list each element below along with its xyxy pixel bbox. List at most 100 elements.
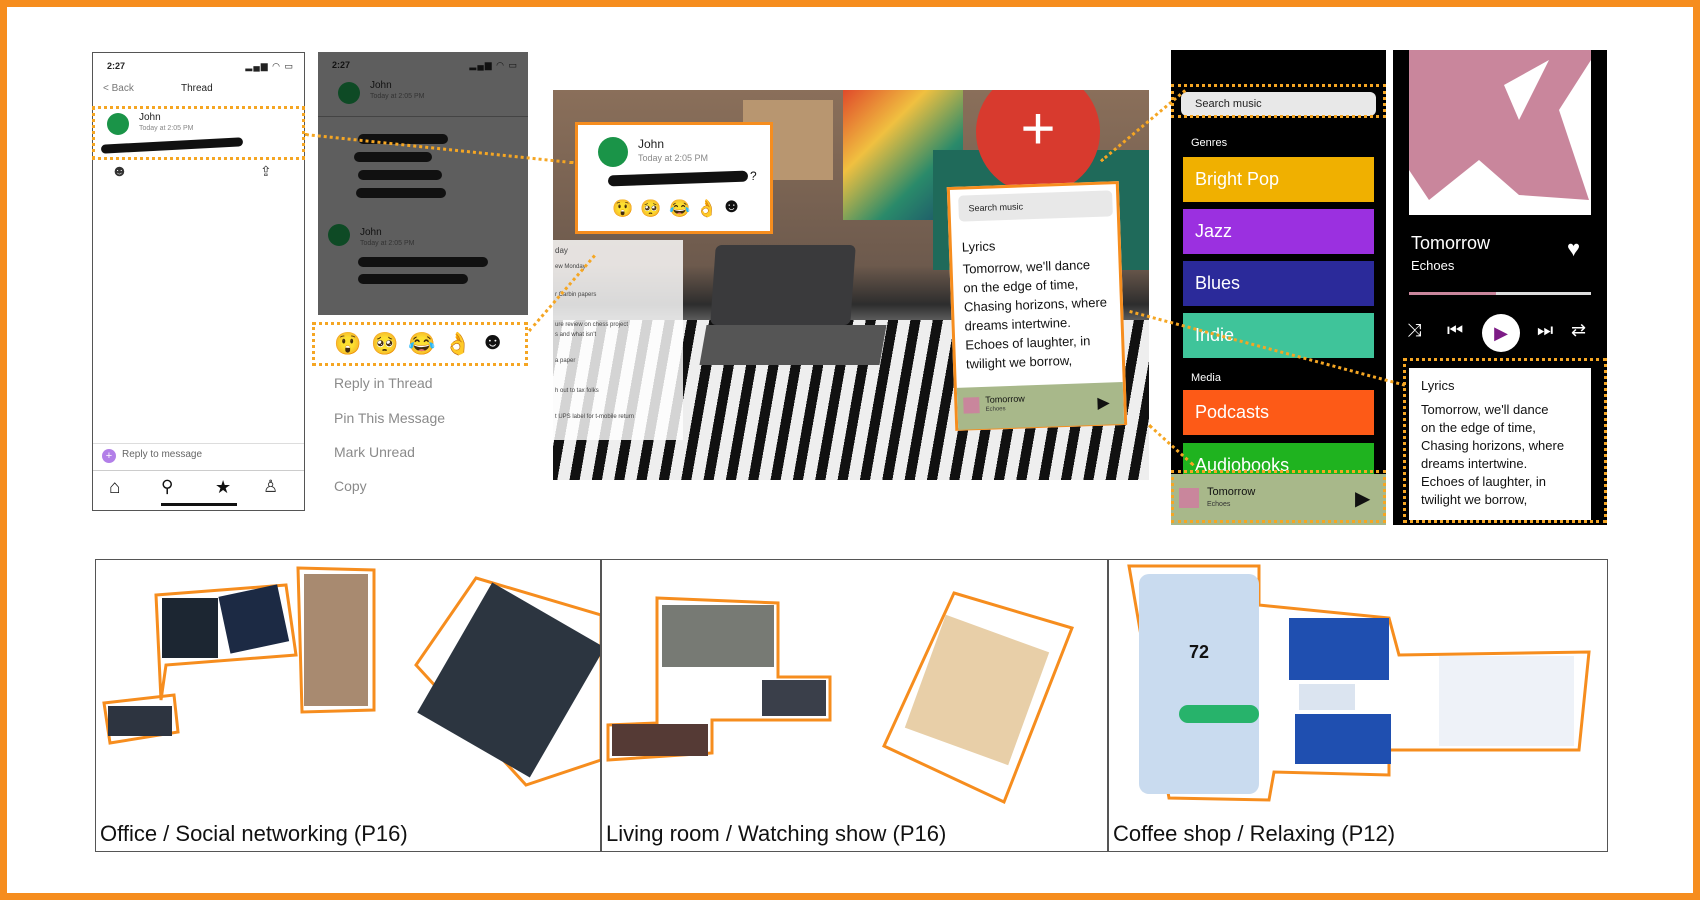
redacted-message	[358, 274, 468, 284]
avatar	[328, 224, 350, 246]
laptop-base	[699, 325, 887, 365]
album-art-thumb	[963, 397, 980, 414]
scene-panel-coffee-shop: 72 Coffee shop / Relaxing (P12)	[1108, 559, 1608, 852]
todo-item: day	[555, 246, 568, 255]
genre-blues[interactable]: Blues	[1183, 261, 1374, 306]
ar-todo-panel: day ew Monday r Carbin papers ure review…	[553, 240, 683, 440]
redacted-message	[358, 257, 488, 267]
signal-wifi-battery-icon: ▂▄▆ ◠ ▭	[469, 60, 518, 70]
ar-mini-player[interactable]: Tomorrow Echoes ▶	[956, 382, 1125, 430]
share-icon[interactable]: ⇪	[260, 163, 272, 180]
heart-icon[interactable]: ♥	[1567, 236, 1580, 262]
signal-wifi-battery-icon: ▂▄▆ ◠ ▭	[245, 61, 294, 71]
album-art	[1409, 50, 1591, 215]
office-ar-layout	[102, 566, 600, 787]
reaction-phone: 2:27 ▂▄▆ ◠ ▭ John Today at 2:05 PM John …	[318, 52, 528, 315]
redacted-message	[356, 188, 446, 198]
add-reaction-icon[interactable]: ☻	[111, 163, 128, 181]
coffee-shop-ar-layout	[1127, 564, 1591, 802]
album-art-shape	[1409, 50, 1591, 200]
status-time: 2:27	[332, 60, 351, 70]
status-time: 2:27	[107, 61, 126, 71]
message-timestamp: Today at 2:05 PM	[638, 153, 709, 163]
panel-caption: Office / Social networking (P16)	[100, 821, 408, 846]
reply-input[interactable]: Reply to message	[122, 449, 202, 460]
profile-icon[interactable]: ♙	[263, 477, 278, 497]
message-tail: ?	[750, 169, 757, 183]
avatar	[338, 82, 360, 104]
weather-temperature: 72	[1189, 642, 1210, 662]
message-timestamp: Today at 2:05 PM	[370, 93, 425, 100]
todo-item: t UPS label for t-mobile return	[555, 414, 635, 420]
next-icon[interactable]: ⏭	[1537, 320, 1553, 341]
thread-title: Thread	[181, 83, 213, 94]
lyrics-title: Lyrics	[961, 238, 996, 255]
emoji-ok-hand[interactable]: 👌	[696, 199, 717, 219]
highlight-mini-player	[1171, 470, 1386, 523]
redacted-message	[354, 152, 432, 162]
genres-label: Genres	[1191, 137, 1228, 149]
lyrics-line: dreams intertwine.	[964, 314, 1072, 334]
lyrics-line: twilight we borrow,	[965, 352, 1073, 372]
scene-panel-living-room: Living room / Watching show (P16)	[601, 559, 1108, 852]
search-icon[interactable]: ⚲	[161, 477, 173, 497]
menu-reply-in-thread[interactable]: Reply in Thread	[334, 375, 433, 391]
music-browse-screen: Search music Genres Bright Pop Jazz Blue…	[1171, 50, 1386, 525]
mini-artist: Echoes	[985, 406, 1006, 413]
progress-fill	[1409, 292, 1497, 295]
lyrics-line: Tomorrow, we'll dance	[962, 257, 1091, 277]
redacted-message	[358, 170, 442, 180]
ar-message-popup: John Today at 2:05 PM ? 😲 🥺 😂 👌 ☻	[575, 122, 773, 234]
progress-track[interactable]	[1409, 292, 1591, 295]
shuffle-icon[interactable]: ⤨	[1407, 320, 1421, 341]
living-room-ar-layout	[606, 591, 1074, 805]
media-label: Media	[1191, 372, 1221, 384]
emoji-astonished[interactable]: 😲	[612, 199, 633, 219]
lyrics-line: Echoes of laughter, in	[965, 333, 1091, 353]
track-title: Tomorrow	[1411, 233, 1491, 253]
previous-icon[interactable]: ⏮	[1447, 320, 1463, 341]
message-author: John	[360, 227, 382, 238]
emoji-tears-of-joy[interactable]: 😂	[669, 199, 690, 219]
panel-caption: Living room / Watching show (P16)	[606, 821, 947, 846]
todo-item: h out to tax folks	[555, 388, 599, 394]
add-reaction-icon[interactable]: ☻	[721, 195, 742, 218]
menu-copy[interactable]: Copy	[334, 478, 367, 494]
message-timestamp: Today at 2:05 PM	[360, 240, 415, 247]
todo-item: s and what isn't	[555, 332, 597, 338]
avatar	[598, 137, 628, 167]
star-icon[interactable]: ★	[215, 477, 231, 498]
lyrics-line: Chasing horizons, where	[963, 294, 1108, 315]
ar-search-bar[interactable]: Search music	[958, 190, 1113, 222]
home-icon[interactable]: ⌂	[109, 477, 120, 499]
laptop	[710, 245, 856, 325]
message-author: John	[638, 137, 665, 151]
highlight-lyrics	[1403, 358, 1607, 523]
lyrics-line: on the edge of time,	[963, 276, 1079, 296]
reply-plus-icon[interactable]: +	[102, 449, 116, 463]
genre-bright-pop[interactable]: Bright Pop	[1183, 157, 1374, 202]
redacted-message	[607, 170, 749, 187]
media-podcasts[interactable]: Podcasts	[1183, 390, 1374, 435]
highlight-search	[1171, 84, 1386, 118]
emoji-pleading[interactable]: 🥺	[640, 199, 661, 219]
track-artist: Echoes	[1411, 258, 1455, 273]
genre-jazz[interactable]: Jazz	[1183, 209, 1374, 254]
nav-indicator	[161, 503, 237, 506]
play-icon[interactable]: ▶	[1097, 393, 1110, 413]
back-button[interactable]: < Back	[103, 83, 134, 94]
ar-photo: day ew Monday r Carbin papers ure review…	[553, 90, 1149, 480]
message-author: John	[370, 80, 392, 91]
panel-caption: Coffee shop / Relaxing (P12)	[1113, 821, 1396, 846]
mini-track: Tomorrow	[985, 393, 1025, 405]
play-button[interactable]: ▶	[1482, 314, 1520, 352]
menu-pin-message[interactable]: Pin This Message	[334, 410, 445, 426]
todo-item: ure review on chess project	[555, 322, 629, 328]
highlight-message	[92, 106, 305, 160]
todo-item: a paper	[555, 358, 576, 364]
ar-music-panel: Search music Lyrics Tomorrow, we'll danc…	[946, 181, 1128, 431]
menu-mark-unread[interactable]: Mark Unread	[334, 444, 415, 460]
scene-panel-office: Office / Social networking (P16)	[95, 559, 601, 852]
highlight-reactions	[312, 322, 528, 366]
repeat-icon[interactable]: ⇄	[1571, 320, 1586, 341]
